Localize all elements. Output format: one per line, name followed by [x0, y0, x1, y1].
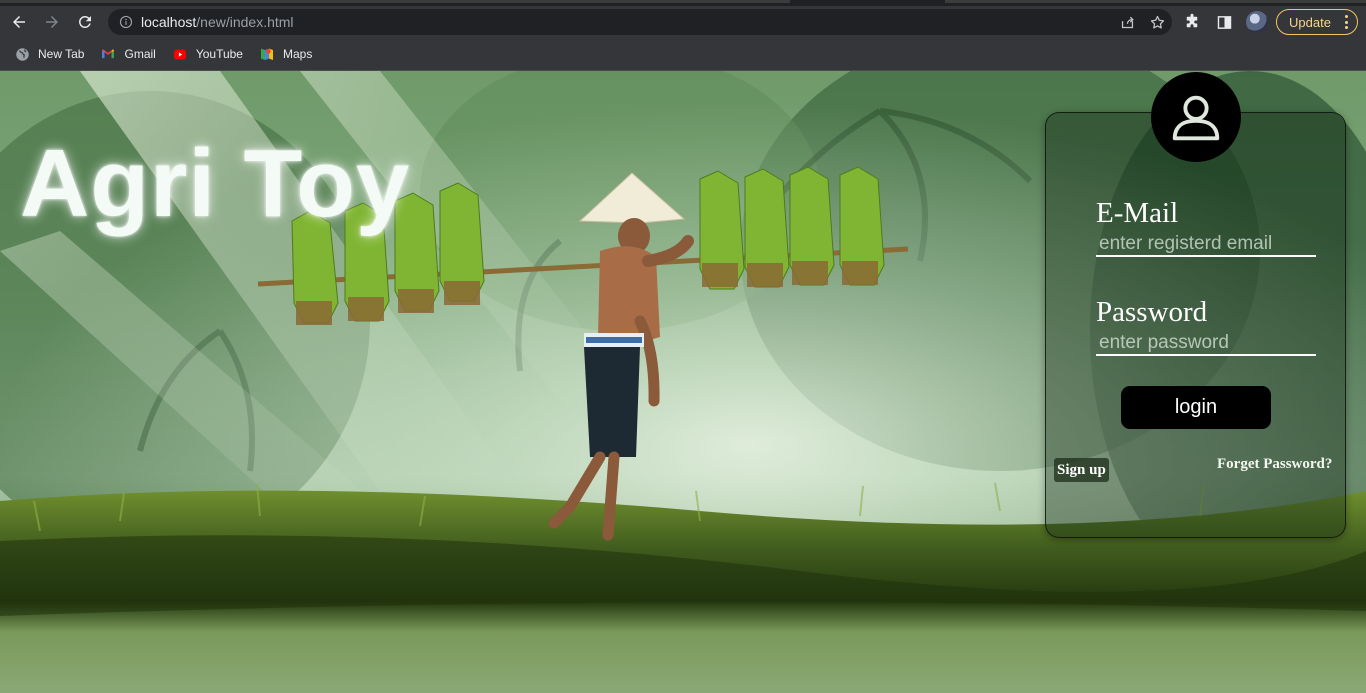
maps-icon	[259, 46, 275, 62]
reload-icon	[78, 15, 91, 28]
user-icon	[1172, 95, 1220, 141]
reload-button[interactable]	[71, 8, 99, 36]
email-field[interactable]	[1096, 233, 1316, 257]
bookmark-youtube[interactable]: YouTube	[172, 46, 243, 62]
password-label: Password	[1096, 296, 1208, 328]
tab-strip-edge-right	[945, 0, 1366, 3]
update-button[interactable]: Update	[1276, 9, 1358, 35]
info-icon[interactable]	[119, 15, 133, 29]
url-host: localhost	[141, 14, 197, 30]
password-field[interactable]	[1096, 332, 1316, 356]
forgot-password-link[interactable]: Forget Password?	[1217, 456, 1332, 473]
url-path: /new/index.html	[196, 14, 294, 30]
more-vert-icon	[1345, 15, 1348, 29]
update-label: Update	[1289, 14, 1331, 30]
bookmark-new-tab[interactable]: New Tab	[14, 46, 84, 62]
signup-link[interactable]: Sign up	[1054, 458, 1109, 482]
brand-title: Agri Toy	[20, 130, 411, 237]
browser-toolbar: localhost/new/index.html Update	[0, 6, 1366, 38]
globe-icon	[14, 46, 30, 62]
email-label: E-Mail	[1096, 197, 1179, 229]
share-icon[interactable]	[1118, 13, 1136, 31]
bookmark-gmail[interactable]: Gmail	[100, 46, 156, 62]
bookmark-maps[interactable]: Maps	[259, 46, 312, 62]
tab-strip-edge-left	[0, 0, 790, 3]
back-button[interactable]	[5, 8, 33, 36]
bookmark-label: Maps	[282, 47, 313, 61]
url-text[interactable]: localhost/new/index.html	[141, 14, 294, 30]
youtube-icon	[172, 46, 188, 62]
bookmark-star-icon[interactable]	[1148, 13, 1166, 31]
bookmark-label: Gmail	[124, 47, 156, 61]
login-button[interactable]: login	[1121, 386, 1271, 429]
gmail-icon	[100, 46, 116, 62]
bookmarks-bar: New Tab Gmail YouTube Maps	[0, 38, 1366, 71]
forward-button[interactable]	[38, 8, 66, 36]
avatar	[1151, 72, 1241, 162]
bookmark-label: YouTube	[195, 47, 243, 61]
address-bar[interactable]: localhost/new/index.html	[108, 9, 1172, 35]
bookmark-label: New Tab	[38, 47, 85, 61]
page-viewport: Agri Toy E-Mail Password login Sign up F…	[0, 71, 1366, 693]
side-panel-icon[interactable]	[1214, 12, 1234, 32]
profile-avatar[interactable]	[1246, 11, 1268, 33]
arrow-right-icon	[46, 16, 58, 28]
arrow-left-icon	[13, 16, 25, 28]
extensions-icon[interactable]	[1182, 12, 1202, 32]
